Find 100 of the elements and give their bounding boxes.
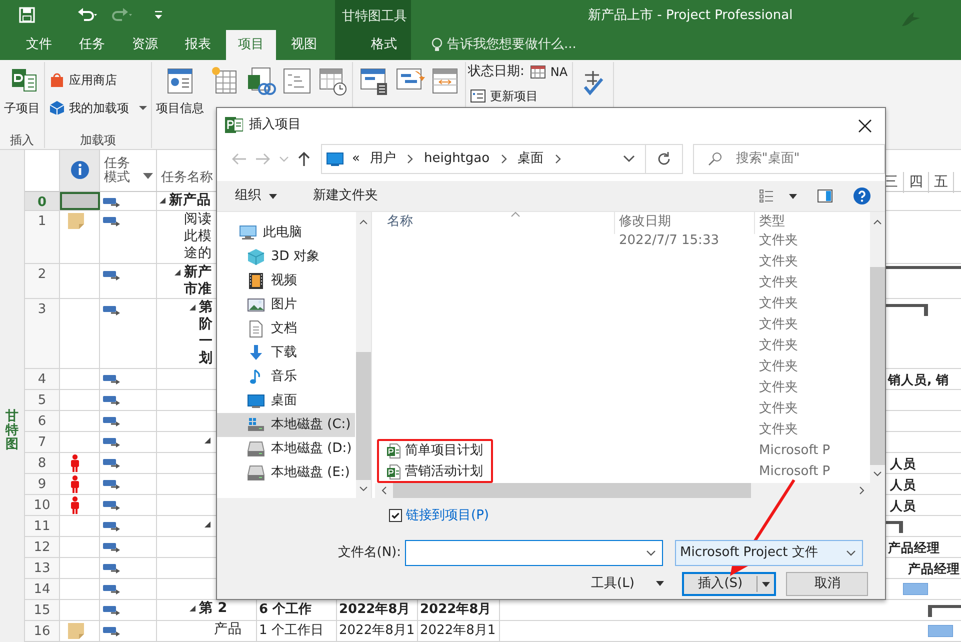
row-number[interactable]: 5 xyxy=(25,390,60,410)
save-icon[interactable] xyxy=(18,6,36,24)
collapse-triangle-icon[interactable] xyxy=(189,304,196,312)
task-name[interactable]: 产品 xyxy=(214,621,242,638)
view-label[interactable]: 甘特图 xyxy=(6,410,18,452)
collapse-triangle-icon[interactable] xyxy=(204,521,211,528)
nav-item[interactable]: 3D 对象 xyxy=(217,245,355,269)
cubes-icon xyxy=(49,100,65,116)
row-number[interactable]: 8 xyxy=(25,453,60,473)
breadcrumb-overflow[interactable]: « xyxy=(352,149,360,169)
nav-item[interactable]: 本地磁盘 (E:) xyxy=(217,461,355,485)
row-number[interactable]: 1 xyxy=(25,210,60,264)
nav-item[interactable]: 本地磁盘 (C:) xyxy=(217,413,355,437)
ribbon-button[interactable]: 应用商店 xyxy=(47,70,149,90)
row-number[interactable]: 2 xyxy=(25,264,60,298)
nav-item[interactable]: 图片 xyxy=(217,293,355,317)
ribbon-button[interactable]: 子项目 xyxy=(2,62,42,115)
dropdown-chevron-icon[interactable] xyxy=(622,155,635,163)
row-number[interactable]: 9 xyxy=(25,474,60,494)
row-number[interactable]: 0 xyxy=(25,192,60,210)
tools-button[interactable]: 工具(L) xyxy=(591,574,664,594)
drive-icon xyxy=(247,440,265,458)
breadcrumb-item[interactable]: 桌面 xyxy=(514,149,548,169)
task-name[interactable]: 新产品 xyxy=(169,192,211,209)
link-checkbox[interactable] xyxy=(389,509,402,522)
tell-me-search[interactable]: 告诉我您想要做什么... xyxy=(447,35,576,55)
chevron-right-icon[interactable] xyxy=(500,154,508,164)
nav-item[interactable]: 桌面 xyxy=(217,389,355,413)
nav-item[interactable]: 下载 xyxy=(217,341,355,365)
nav-item[interactable]: 本地磁盘 (D:) xyxy=(217,437,355,461)
ribbon-tab[interactable]: 报表 xyxy=(173,30,223,60)
ribbon-tab[interactable]: 格式 xyxy=(359,30,409,60)
file-name[interactable]: 营销活动计划 xyxy=(405,461,483,482)
nav-item[interactable]: 音乐 xyxy=(217,365,355,389)
ribbon-button[interactable]: 更新项目 xyxy=(468,86,570,106)
group-label: 插入 xyxy=(9,132,35,148)
insert-button[interactable]: 插入(S) xyxy=(682,572,776,596)
chevron-right-icon[interactable] xyxy=(554,154,562,164)
ribbon-tab[interactable]: 任务 xyxy=(67,30,117,60)
column-header[interactable]: 修改日期 xyxy=(619,214,671,229)
breadcrumb-item[interactable]: 用户 xyxy=(366,149,400,169)
file-type: Microsoft P xyxy=(759,464,830,479)
row-number[interactable]: 13 xyxy=(25,558,60,578)
row-number[interactable]: 4 xyxy=(25,369,60,389)
collapse-triangle-icon[interactable] xyxy=(174,269,181,276)
chevron-down-icon xyxy=(279,154,289,163)
customize-icon[interactable] xyxy=(154,9,164,21)
breadcrumb-item[interactable]: heightgao xyxy=(420,149,494,169)
new-folder-button[interactable]: 新建文件夹 xyxy=(303,186,388,206)
cancel-button[interactable]: 取消 xyxy=(786,572,868,596)
row-number[interactable]: 7 xyxy=(25,432,60,452)
resource-label: 产品经理 xyxy=(888,539,940,557)
organize-button[interactable]: 组织 xyxy=(217,186,287,206)
column-header[interactable]: 名称 xyxy=(387,214,413,229)
column-header[interactable]: 类型 xyxy=(759,214,785,229)
dropdown-caret-icon[interactable] xyxy=(142,172,152,179)
collapse-triangle-icon[interactable] xyxy=(159,196,166,204)
row-number[interactable]: 11 xyxy=(25,516,60,536)
task-name[interactable]: 第 2 xyxy=(199,600,228,617)
column-header[interactable]: 任务名称 xyxy=(157,170,213,191)
row-number[interactable]: 14 xyxy=(25,579,60,599)
lightbulb-icon xyxy=(431,37,443,53)
window-title: 新产品上市 - Project Professional xyxy=(588,7,793,25)
task-name[interactable]: 新产市准 xyxy=(184,264,216,298)
row-number[interactable]: 15 xyxy=(25,600,60,620)
ribbon-tab[interactable]: 视图 xyxy=(279,30,329,60)
auto-schedule-icon xyxy=(103,500,121,512)
selected-cell[interactable] xyxy=(60,192,100,210)
nav-item[interactable]: 此电脑 xyxy=(217,221,355,245)
file-name-field[interactable] xyxy=(405,540,663,566)
file-name[interactable]: 简单项目计划 xyxy=(405,440,483,461)
scrollbar[interactable] xyxy=(356,212,371,498)
column-header[interactable]: 任务模式 xyxy=(100,156,132,191)
row-number[interactable]: 16 xyxy=(25,621,60,641)
ribbon-button[interactable]: 项目信息 xyxy=(154,62,206,115)
finish-date-cell-text: 2022年8月 xyxy=(419,602,492,617)
link-to-project-label[interactable]: 链接到项目(P) xyxy=(406,506,489,526)
collapse-triangle-icon[interactable] xyxy=(189,605,196,612)
undo-icon[interactable] xyxy=(76,6,100,24)
ribbon-button[interactable]: 我的加载项 xyxy=(47,98,149,118)
ribbon-tab[interactable]: 资源 xyxy=(120,30,170,60)
nav-item[interactable]: 文档 xyxy=(217,317,355,341)
row-number[interactable]: 12 xyxy=(25,537,60,557)
file-type-select[interactable]: Microsoft Project 文件 xyxy=(675,540,863,566)
task-name[interactable]: 第阶一划 xyxy=(199,299,216,368)
row-number[interactable]: 10 xyxy=(25,495,60,515)
status-date-button[interactable]: NA xyxy=(528,62,570,82)
chevron-right-icon[interactable] xyxy=(406,154,414,164)
task-name[interactable]: 阅读此模途的 xyxy=(184,210,216,262)
collapse-triangle-icon[interactable] xyxy=(204,437,211,444)
ribbon-tab[interactable]: 项目 xyxy=(226,30,276,60)
scrollbar[interactable] xyxy=(375,483,885,498)
scrollbar[interactable] xyxy=(870,212,885,483)
ribbon-tab[interactable]: 文件 xyxy=(14,30,64,60)
row-number[interactable]: 3 xyxy=(25,299,60,368)
nav-item[interactable]: 视频 xyxy=(217,269,355,293)
row-number[interactable]: 6 xyxy=(25,411,60,431)
cube-icon xyxy=(247,248,265,266)
search-box[interactable]: 搜索"桌面" xyxy=(692,144,885,174)
refresh-button[interactable] xyxy=(646,144,683,174)
